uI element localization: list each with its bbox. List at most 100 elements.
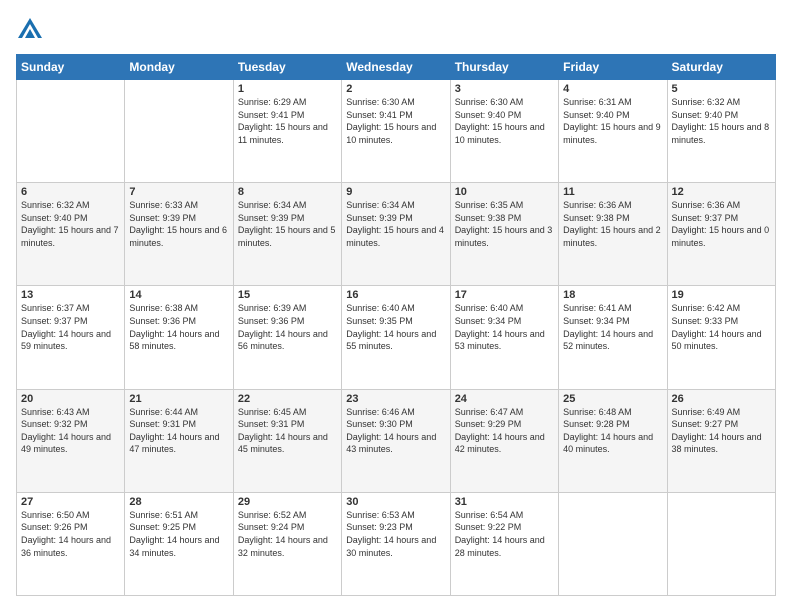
day-number: 13 [21, 289, 120, 301]
day-info: Sunrise: 6:30 AM Sunset: 9:41 PM Dayligh… [346, 96, 445, 146]
day-number: 16 [346, 289, 445, 301]
day-info: Sunrise: 6:46 AM Sunset: 9:30 PM Dayligh… [346, 406, 445, 456]
calendar-table: SundayMondayTuesdayWednesdayThursdayFrid… [16, 54, 776, 596]
day-number: 2 [346, 83, 445, 95]
calendar-cell [17, 80, 125, 183]
day-number: 11 [563, 186, 662, 198]
day-info: Sunrise: 6:37 AM Sunset: 9:37 PM Dayligh… [21, 302, 120, 352]
calendar-cell: 27Sunrise: 6:50 AM Sunset: 9:26 PM Dayli… [17, 492, 125, 595]
day-info: Sunrise: 6:41 AM Sunset: 9:34 PM Dayligh… [563, 302, 662, 352]
day-number: 18 [563, 289, 662, 301]
day-info: Sunrise: 6:40 AM Sunset: 9:34 PM Dayligh… [455, 302, 554, 352]
calendar-cell: 21Sunrise: 6:44 AM Sunset: 9:31 PM Dayli… [125, 389, 233, 492]
header [16, 16, 776, 44]
day-info: Sunrise: 6:29 AM Sunset: 9:41 PM Dayligh… [238, 96, 337, 146]
weekday-header-sunday: Sunday [17, 55, 125, 80]
day-info: Sunrise: 6:30 AM Sunset: 9:40 PM Dayligh… [455, 96, 554, 146]
weekday-header-row: SundayMondayTuesdayWednesdayThursdayFrid… [17, 55, 776, 80]
day-number: 17 [455, 289, 554, 301]
day-info: Sunrise: 6:49 AM Sunset: 9:27 PM Dayligh… [672, 406, 771, 456]
calendar-cell [667, 492, 775, 595]
logo-icon [16, 16, 44, 44]
calendar-cell: 1Sunrise: 6:29 AM Sunset: 9:41 PM Daylig… [233, 80, 341, 183]
weekday-header-saturday: Saturday [667, 55, 775, 80]
day-number: 6 [21, 186, 120, 198]
day-number: 27 [21, 496, 120, 508]
day-info: Sunrise: 6:31 AM Sunset: 9:40 PM Dayligh… [563, 96, 662, 146]
calendar-cell: 30Sunrise: 6:53 AM Sunset: 9:23 PM Dayli… [342, 492, 450, 595]
day-info: Sunrise: 6:34 AM Sunset: 9:39 PM Dayligh… [346, 199, 445, 249]
day-info: Sunrise: 6:50 AM Sunset: 9:26 PM Dayligh… [21, 509, 120, 559]
weekday-header-friday: Friday [559, 55, 667, 80]
day-number: 3 [455, 83, 554, 95]
calendar-cell: 19Sunrise: 6:42 AM Sunset: 9:33 PM Dayli… [667, 286, 775, 389]
calendar-cell: 14Sunrise: 6:38 AM Sunset: 9:36 PM Dayli… [125, 286, 233, 389]
weekday-header-monday: Monday [125, 55, 233, 80]
calendar-cell: 20Sunrise: 6:43 AM Sunset: 9:32 PM Dayli… [17, 389, 125, 492]
weekday-header-thursday: Thursday [450, 55, 558, 80]
calendar-cell: 8Sunrise: 6:34 AM Sunset: 9:39 PM Daylig… [233, 183, 341, 286]
page: SundayMondayTuesdayWednesdayThursdayFrid… [0, 0, 792, 612]
calendar-cell: 29Sunrise: 6:52 AM Sunset: 9:24 PM Dayli… [233, 492, 341, 595]
day-number: 8 [238, 186, 337, 198]
day-number: 7 [129, 186, 228, 198]
calendar-cell: 17Sunrise: 6:40 AM Sunset: 9:34 PM Dayli… [450, 286, 558, 389]
calendar-cell: 9Sunrise: 6:34 AM Sunset: 9:39 PM Daylig… [342, 183, 450, 286]
day-info: Sunrise: 6:54 AM Sunset: 9:22 PM Dayligh… [455, 509, 554, 559]
day-number: 14 [129, 289, 228, 301]
calendar-week-4: 20Sunrise: 6:43 AM Sunset: 9:32 PM Dayli… [17, 389, 776, 492]
calendar-cell: 18Sunrise: 6:41 AM Sunset: 9:34 PM Dayli… [559, 286, 667, 389]
day-info: Sunrise: 6:44 AM Sunset: 9:31 PM Dayligh… [129, 406, 228, 456]
calendar-cell: 12Sunrise: 6:36 AM Sunset: 9:37 PM Dayli… [667, 183, 775, 286]
day-number: 25 [563, 393, 662, 405]
calendar-cell: 15Sunrise: 6:39 AM Sunset: 9:36 PM Dayli… [233, 286, 341, 389]
day-info: Sunrise: 6:48 AM Sunset: 9:28 PM Dayligh… [563, 406, 662, 456]
day-info: Sunrise: 6:32 AM Sunset: 9:40 PM Dayligh… [672, 96, 771, 146]
day-number: 30 [346, 496, 445, 508]
calendar-cell: 16Sunrise: 6:40 AM Sunset: 9:35 PM Dayli… [342, 286, 450, 389]
calendar-week-2: 6Sunrise: 6:32 AM Sunset: 9:40 PM Daylig… [17, 183, 776, 286]
weekday-header-wednesday: Wednesday [342, 55, 450, 80]
calendar-cell: 23Sunrise: 6:46 AM Sunset: 9:30 PM Dayli… [342, 389, 450, 492]
day-number: 20 [21, 393, 120, 405]
day-number: 22 [238, 393, 337, 405]
day-info: Sunrise: 6:40 AM Sunset: 9:35 PM Dayligh… [346, 302, 445, 352]
calendar-week-3: 13Sunrise: 6:37 AM Sunset: 9:37 PM Dayli… [17, 286, 776, 389]
day-number: 9 [346, 186, 445, 198]
calendar-cell: 25Sunrise: 6:48 AM Sunset: 9:28 PM Dayli… [559, 389, 667, 492]
calendar-cell: 10Sunrise: 6:35 AM Sunset: 9:38 PM Dayli… [450, 183, 558, 286]
day-info: Sunrise: 6:39 AM Sunset: 9:36 PM Dayligh… [238, 302, 337, 352]
day-number: 5 [672, 83, 771, 95]
calendar-cell: 4Sunrise: 6:31 AM Sunset: 9:40 PM Daylig… [559, 80, 667, 183]
day-info: Sunrise: 6:36 AM Sunset: 9:37 PM Dayligh… [672, 199, 771, 249]
logo [16, 16, 46, 44]
calendar-cell: 26Sunrise: 6:49 AM Sunset: 9:27 PM Dayli… [667, 389, 775, 492]
day-number: 10 [455, 186, 554, 198]
day-number: 1 [238, 83, 337, 95]
day-number: 29 [238, 496, 337, 508]
day-info: Sunrise: 6:42 AM Sunset: 9:33 PM Dayligh… [672, 302, 771, 352]
calendar-cell: 13Sunrise: 6:37 AM Sunset: 9:37 PM Dayli… [17, 286, 125, 389]
calendar-cell: 5Sunrise: 6:32 AM Sunset: 9:40 PM Daylig… [667, 80, 775, 183]
calendar-cell: 3Sunrise: 6:30 AM Sunset: 9:40 PM Daylig… [450, 80, 558, 183]
calendar-cell [125, 80, 233, 183]
day-number: 19 [672, 289, 771, 301]
day-info: Sunrise: 6:43 AM Sunset: 9:32 PM Dayligh… [21, 406, 120, 456]
day-info: Sunrise: 6:47 AM Sunset: 9:29 PM Dayligh… [455, 406, 554, 456]
calendar-week-1: 1Sunrise: 6:29 AM Sunset: 9:41 PM Daylig… [17, 80, 776, 183]
day-number: 21 [129, 393, 228, 405]
calendar-cell: 11Sunrise: 6:36 AM Sunset: 9:38 PM Dayli… [559, 183, 667, 286]
day-info: Sunrise: 6:53 AM Sunset: 9:23 PM Dayligh… [346, 509, 445, 559]
day-number: 26 [672, 393, 771, 405]
day-number: 12 [672, 186, 771, 198]
day-number: 23 [346, 393, 445, 405]
day-number: 15 [238, 289, 337, 301]
day-info: Sunrise: 6:38 AM Sunset: 9:36 PM Dayligh… [129, 302, 228, 352]
day-info: Sunrise: 6:32 AM Sunset: 9:40 PM Dayligh… [21, 199, 120, 249]
calendar-week-5: 27Sunrise: 6:50 AM Sunset: 9:26 PM Dayli… [17, 492, 776, 595]
day-info: Sunrise: 6:45 AM Sunset: 9:31 PM Dayligh… [238, 406, 337, 456]
calendar-cell [559, 492, 667, 595]
day-number: 28 [129, 496, 228, 508]
day-number: 24 [455, 393, 554, 405]
day-number: 4 [563, 83, 662, 95]
